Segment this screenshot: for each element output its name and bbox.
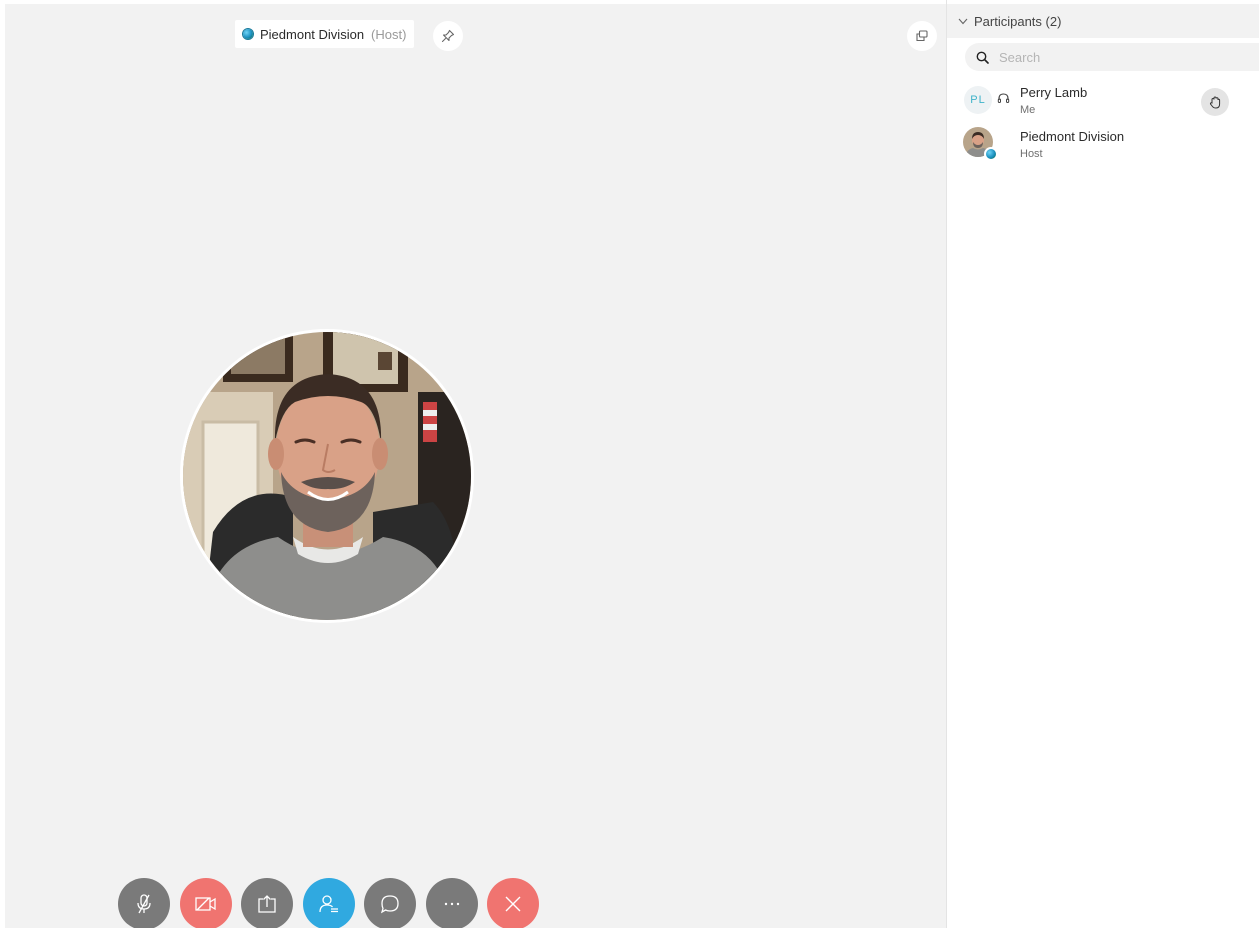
share-button[interactable] [241,878,293,928]
share-screen-icon [258,895,276,913]
raise-hand-button[interactable] [1201,88,1229,116]
active-speaker-name: Piedmont Division [260,26,365,42]
participant-name: Piedmont Division [1020,129,1125,144]
avatar-initials: PL [964,86,992,114]
mute-button[interactable] [118,878,170,928]
leave-button[interactable] [487,878,539,928]
participant-search[interactable] [965,43,1259,71]
chat-bubble-icon [380,895,399,914]
participant-subtitle: Me [1020,104,1036,116]
active-speaker-label: Piedmont Division (Host) [235,20,415,48]
chat-button[interactable] [364,878,416,928]
headset-icon [997,92,1010,105]
search-icon [976,51,989,64]
more-button[interactable] [425,878,478,928]
participants-header[interactable]: Participants (2) [947,4,1259,38]
active-speaker-role: (Host) [371,26,407,42]
search-input[interactable] [997,48,1241,66]
more-options-icon [444,902,459,906]
participant-row[interactable]: PL Perry Lamb Me [947,80,1259,122]
microphone-muted-icon [137,894,151,914]
participants-panel: Participants (2) PL Perry Lamb [946,0,1259,928]
popout-window-icon [916,30,928,42]
chevron-down-icon [958,18,968,25]
participants-header-label: Participants (2) [974,13,1062,29]
presence-status-icon [243,29,253,39]
participant-video-tile[interactable] [180,329,474,623]
participant-subtitle: Host [1020,148,1043,160]
participants-icon [318,895,338,913]
pin-button[interactable] [433,21,463,51]
participants-button[interactable] [302,878,355,928]
participant-video-image [183,332,471,620]
pin-icon [441,29,455,43]
video-off-icon [194,897,216,911]
presence-status-icon [984,147,998,161]
raise-hand-icon [1209,95,1221,109]
video-button[interactable] [179,878,232,928]
meeting-control-bar [118,878,539,928]
close-x-icon [505,896,521,912]
video-stage: Piedmont Division (Host) [0,0,946,928]
meeting-window: Piedmont Division (Host) Participants (2… [0,0,1259,928]
popout-button[interactable] [907,21,937,51]
participant-row[interactable]: Piedmont Division Host [947,124,1259,166]
participant-name: Perry Lamb [1020,85,1088,100]
